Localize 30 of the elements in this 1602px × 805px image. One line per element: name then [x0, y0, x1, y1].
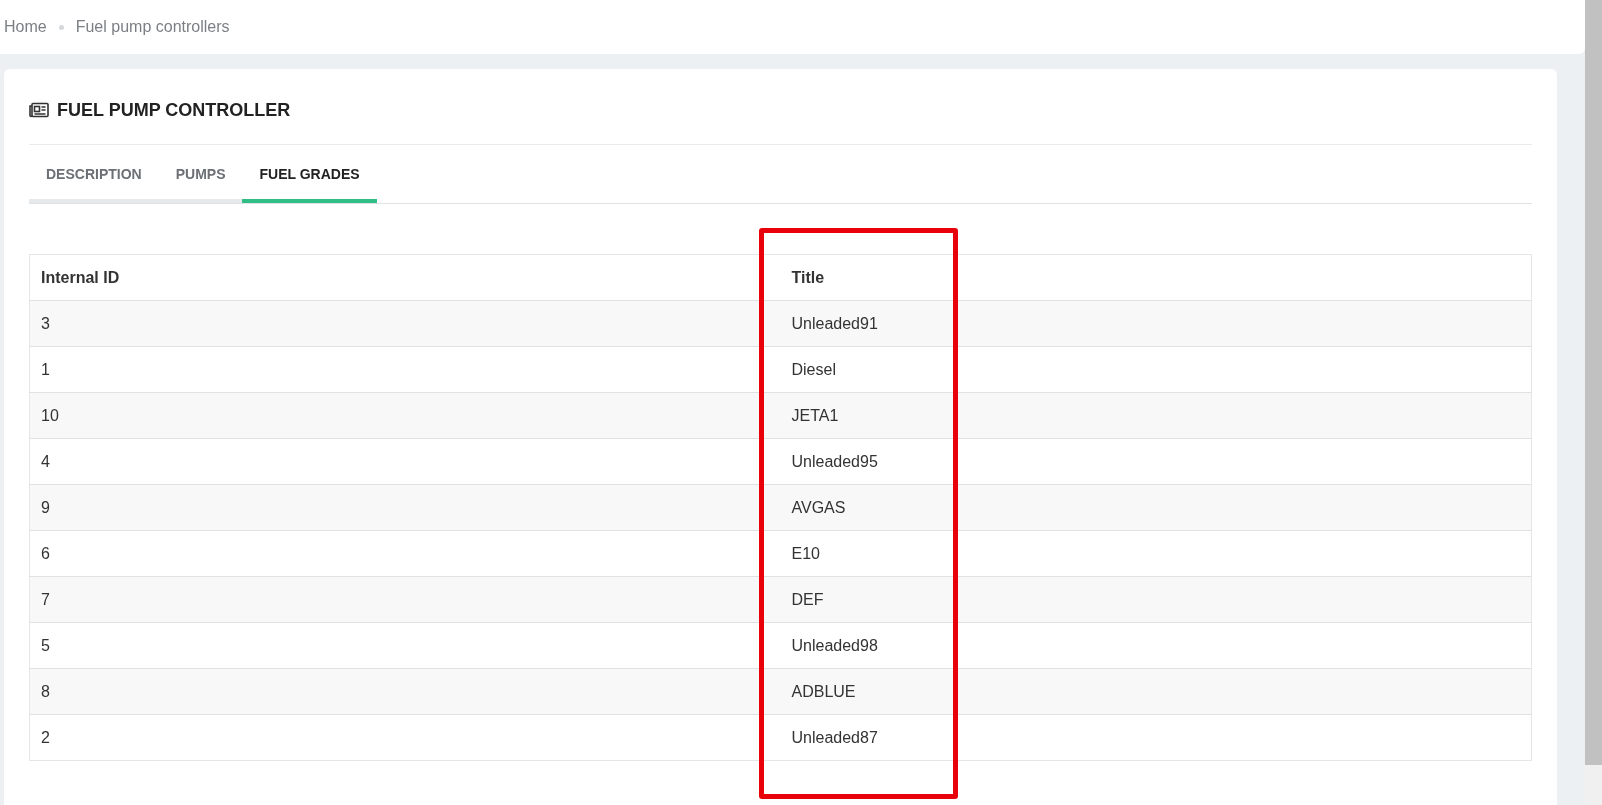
table-cell: JETA1	[780, 392, 1532, 439]
table-cell: 5	[29, 622, 781, 669]
column-header: Internal ID	[29, 254, 781, 301]
table-cell: ADBLUE	[780, 668, 1532, 715]
table-cell: 6	[29, 530, 781, 577]
table-cell: 9	[29, 484, 781, 531]
breadcrumb-link[interactable]: Home	[4, 15, 47, 39]
table-cell: DEF	[780, 576, 1532, 623]
tab[interactable]: PUMPS	[158, 160, 243, 203]
tab[interactable]: DESCRIPTION	[29, 160, 159, 203]
table-cell: AVGAS	[780, 484, 1532, 531]
table-cell: 7	[29, 576, 781, 623]
breadcrumb-separator	[58, 24, 64, 30]
table-cell: 4	[29, 438, 781, 485]
column-header: Title	[780, 254, 1532, 301]
breadcrumb-link[interactable]: Fuel pump controllers	[75, 15, 230, 39]
table-cell: Diesel	[780, 346, 1532, 393]
table-cell: E10	[780, 530, 1532, 577]
table-cell: Unleaded98	[780, 622, 1532, 669]
table-cell: Unleaded87	[780, 714, 1532, 761]
table-cell: 10	[29, 392, 781, 439]
table-cell: 3	[29, 300, 781, 347]
table-cell: 2	[29, 714, 781, 761]
table-cell: Unleaded95	[780, 438, 1532, 485]
tab[interactable]: FUEL GRADES	[242, 160, 377, 203]
table-cell: 1	[29, 346, 781, 393]
newspaper-icon	[29, 102, 49, 118]
table-cell: 8	[29, 668, 781, 715]
card-title: FUEL PUMP CONTROLLER	[57, 98, 291, 122]
table-cell: Unleaded91	[780, 300, 1532, 347]
